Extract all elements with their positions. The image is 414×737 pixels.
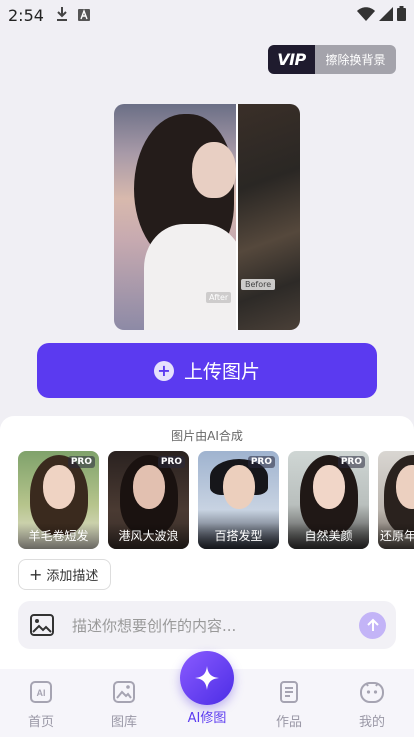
vip-erase-background-button[interactable]: VIP 擦除换背景 — [268, 45, 396, 74]
before-image — [237, 104, 300, 330]
upload-label: 上传图片 — [183, 361, 260, 383]
style-card-hk-waves[interactable]: PRO 港风大波浪 — [108, 451, 189, 549]
style-name: 港风大波浪 — [108, 523, 189, 549]
signal-icon — [379, 6, 393, 25]
tab-label: 作品 — [275, 715, 302, 730]
style-list[interactable]: PRO 羊毛卷短发 PRO 港风大波浪 PRO 百搭发型 PRO 自然美颜 还原… — [18, 451, 414, 549]
style-card-wool-curl[interactable]: PRO 羊毛卷短发 — [18, 451, 99, 549]
style-sheet: 图片由AI合成 PRO 羊毛卷短发 PRO 港风大波浪 PRO 百搭发型 PRO… — [0, 416, 414, 669]
before-after-preview: After Before — [114, 104, 300, 330]
add-description-label: 添加描述 — [46, 569, 99, 584]
style-name: 羊毛卷短发 — [18, 523, 99, 549]
app-notification-icon — [77, 6, 90, 25]
pro-badge: PRO — [337, 456, 365, 468]
vip-badge: VIP — [268, 45, 315, 74]
add-description-button[interactable]: + 添加描述 — [18, 559, 112, 590]
prompt-input-bar[interactable]: 描述你想要创作的内容... — [18, 601, 396, 649]
status-time: 2:54 — [8, 5, 44, 25]
compare-divider[interactable] — [236, 104, 238, 330]
gallery-icon — [111, 679, 137, 705]
sparkle-icon — [195, 666, 219, 690]
style-name: 还原年 — [378, 523, 414, 549]
wifi-icon — [357, 6, 375, 25]
after-label: After — [206, 292, 232, 303]
send-button[interactable] — [359, 611, 386, 639]
pro-badge: PRO — [247, 456, 275, 468]
prompt-input[interactable]: 描述你想要创作的内容... — [72, 615, 359, 636]
tab-label: AI修图 — [187, 711, 227, 726]
tab-home[interactable]: AI 首页 — [6, 677, 76, 730]
ai-home-icon: AI — [28, 679, 54, 705]
vip-label: 擦除换背景 — [315, 45, 396, 74]
pro-badge: PRO — [67, 456, 95, 468]
style-name: 百搭发型 — [198, 523, 279, 549]
style-card-versatile-hair[interactable]: PRO 百搭发型 — [198, 451, 279, 549]
tab-bar: AI 首页 图库 AI修图 作品 我的 — [0, 651, 414, 737]
tab-works[interactable]: 作品 — [254, 677, 324, 730]
before-label: Before — [241, 279, 276, 290]
style-card-natural-beauty[interactable]: PRO 自然美颜 — [288, 451, 369, 549]
plus-icon: + — [29, 564, 43, 584]
image-picker-icon[interactable] — [28, 611, 56, 639]
upload-image-button[interactable]: + 上传图片 — [37, 343, 377, 398]
sheet-title: 图片由AI合成 — [171, 429, 243, 443]
tab-label: 图库 — [110, 715, 137, 730]
style-name: 自然美颜 — [288, 523, 369, 549]
tab-ai-edit[interactable]: AI修图 — [172, 707, 242, 726]
battery-icon — [397, 5, 406, 25]
works-icon — [276, 679, 302, 705]
status-bar: 2:54 — [0, 0, 414, 30]
tab-gallery[interactable]: 图库 — [89, 677, 159, 730]
download-icon — [56, 6, 68, 25]
pro-badge: PRO — [157, 456, 185, 468]
tab-mine[interactable]: 我的 — [337, 677, 407, 730]
profile-face-icon — [359, 679, 385, 705]
style-card-restore-age[interactable]: 还原年 — [378, 451, 414, 549]
ai-edit-center-button[interactable] — [180, 651, 234, 705]
tab-label: 首页 — [27, 715, 54, 730]
tab-label: 我的 — [358, 715, 385, 730]
svg-text:AI: AI — [37, 688, 46, 698]
arrow-up-icon — [366, 618, 379, 631]
plus-icon: + — [153, 360, 174, 381]
